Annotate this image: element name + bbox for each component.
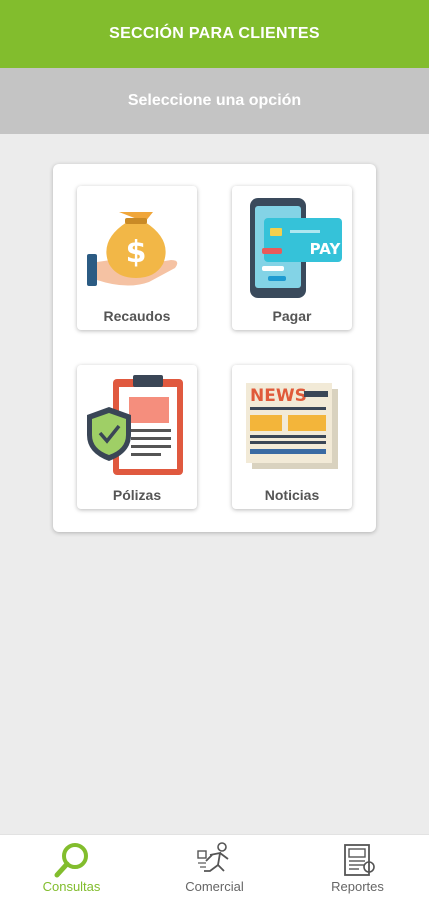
option-label-polizas: Pólizas [112,487,162,503]
subheader-text: Seleccione una opción [127,92,302,109]
runner-icon [197,842,229,872]
mobile-pay-icon: PAY [250,198,342,298]
svg-text:$: $ [126,235,147,270]
nav-label-comercial: Comercial [185,879,244,894]
news-masthead: NEWS [250,386,307,406]
nav-consultas[interactable]: Consultas [0,835,143,901]
policy-shield-icon [87,375,183,475]
header-bar: SECCIÓN PARA CLIENTES [0,0,429,68]
option-label-noticias: Noticias [264,487,320,503]
report-icon [344,844,375,876]
option-label-pagar: Pagar [272,308,312,324]
search-icon [54,843,88,878]
nav-label-consultas: Consultas [42,879,101,894]
option-label-recaudos: Recaudos [103,308,171,324]
pay-card-text: PAY [310,240,342,258]
nav-comercial[interactable]: Comercial [143,835,286,901]
page-title: SECCIÓN PARA CLIENTES [109,25,320,42]
money-bag-icon: $ [87,212,178,286]
options-card: $ Recaudos PAY Pagar Pólizas NEWS Notici… [53,164,376,532]
option-polizas[interactable]: Pólizas [77,365,197,509]
option-recaudos[interactable]: $ Recaudos [77,186,197,330]
nav-label-reportes: Reportes [331,879,384,894]
subheader-bar: Seleccione una opción [0,68,429,134]
newspaper-icon: NEWS [246,383,338,469]
bottom-navigation: Consultas Comercial Reportes [0,834,429,901]
option-noticias[interactable]: NEWS Noticias [232,365,352,509]
nav-reportes[interactable]: Reportes [286,835,429,901]
option-pagar[interactable]: PAY Pagar [232,186,352,330]
